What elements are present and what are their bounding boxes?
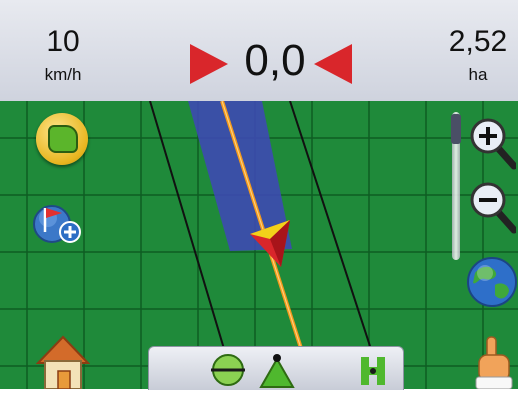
globe-view-icon [467,257,517,307]
straight-ab-line-button[interactable] [207,351,249,389]
zoom-slider-thumb[interactable] [451,114,461,144]
ab-line-select-icon [361,357,385,385]
straight-ab-line-icon [211,354,245,386]
steer-left-arrow-icon [314,44,352,84]
speed-value: 10 [46,25,80,58]
pivot-icon [259,354,295,388]
steer-right-arrow-icon [190,44,228,84]
pan-button[interactable] [470,333,518,390]
speed-readout: 10 km/h [28,26,98,86]
cross-track-error: 0,0 [190,36,352,92]
boundary-icon [48,125,78,153]
pan-hand-icon [475,336,513,390]
area-value: 2,52 [448,25,508,58]
zoom-out-icon [470,182,518,234]
zoom-in-button[interactable] [466,116,518,170]
area-readout: 2,52 ha [440,26,516,86]
speed-unit: km/h [44,65,82,84]
globe-view-button[interactable] [465,255,518,308]
boundary-button[interactable] [36,113,88,165]
guidance-toolbar [148,346,404,390]
area-unit: ha [468,65,488,84]
zoom-out-button[interactable] [466,180,518,234]
status-bar: 10 km/h 0,0 2,52 ha [0,0,518,102]
ab-line-select-button[interactable] [355,351,391,389]
cross-track-value: 0,0 [244,36,306,85]
home-icon [35,335,91,390]
marker-flag-icon [33,205,81,243]
add-marker-button[interactable] [32,196,86,246]
home-button[interactable] [35,333,91,390]
pivot-button[interactable] [255,351,299,389]
zoom-in-icon [470,118,518,170]
